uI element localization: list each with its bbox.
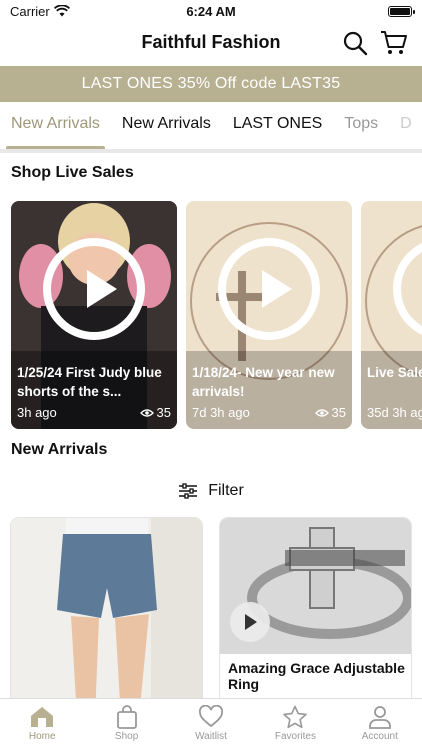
- live-sale-caption: 1/18/24- New year new arrivals!: [192, 365, 335, 399]
- tab-new-arrivals-active[interactable]: New Arrivals: [0, 102, 111, 150]
- live-sale-caption: Live Sale 12/21/23: [367, 365, 422, 380]
- live-sale-time: 35d 3h ago: [367, 405, 422, 420]
- bottom-nav: Home Shop Waitlist Favorites Account: [0, 698, 422, 750]
- live-sale-time: 7d 3h ago: [192, 405, 250, 420]
- nav-favorites-label: Favorites: [274, 731, 316, 742]
- tab-new-arrivals[interactable]: New Arrivals: [111, 102, 222, 150]
- view-count-value: 35: [156, 405, 171, 420]
- nav-home[interactable]: Home: [0, 699, 84, 750]
- live-sale-meta: 3h ago 35: [17, 405, 171, 420]
- tab-last-ones[interactable]: LAST ONES: [222, 102, 334, 150]
- bag-icon: [116, 705, 137, 729]
- view-count: 35: [139, 405, 171, 420]
- live-sale-meta: 35d 3h ago 35: [367, 405, 422, 420]
- live-sale-time: 3h ago: [17, 405, 57, 420]
- live-sale-meta: 7d 3h ago 35: [192, 405, 346, 420]
- nav-waitlist-label: Waitlist: [195, 731, 227, 742]
- product-card[interactable]: [11, 518, 202, 718]
- status-time: 6:24 AM: [186, 3, 236, 19]
- home-icon: [31, 707, 54, 727]
- product-card[interactable]: Amazing Grace Adjustable Ring: [220, 518, 411, 718]
- heart-icon: [199, 705, 224, 728]
- category-tabs: New Arrivals New Arrivals LAST ONES Tops…: [0, 102, 422, 150]
- nav-account[interactable]: Account: [338, 699, 422, 750]
- nav-account-label: Account: [361, 731, 398, 742]
- live-sale-caption: 1/25/24 First Judy blue shorts of the s.…: [17, 365, 162, 399]
- sliders-icon: [179, 483, 198, 499]
- battery-icon: [388, 5, 415, 17]
- header-actions: [342, 30, 408, 56]
- status-bar: Carrier 6:24 AM: [0, 0, 422, 22]
- eye-icon: [314, 408, 329, 417]
- play-icon[interactable]: [43, 238, 145, 340]
- tab-partial[interactable]: D: [389, 102, 422, 150]
- eye-icon: [139, 408, 154, 417]
- new-arrivals-heading: New Arrivals: [11, 441, 108, 458]
- nav-waitlist[interactable]: Waitlist: [169, 699, 253, 750]
- product-name: Amazing Grace Adjustable Ring: [228, 660, 405, 692]
- live-sale-card[interactable]: Live Sale 12/21/23 35d 3h ago 35: [361, 201, 422, 429]
- play-icon[interactable]: [218, 238, 320, 340]
- live-sale-card[interactable]: 1/18/24- New year new arrivals! 7d 3h ag…: [186, 201, 352, 429]
- promo-text: LAST ONES 35% Off code LAST35: [81, 75, 341, 92]
- view-count: 35: [314, 405, 346, 420]
- tab-divider: [0, 149, 422, 153]
- cart-icon[interactable]: [380, 30, 408, 56]
- nav-favorites[interactable]: Favorites: [253, 699, 337, 750]
- promo-banner[interactable]: LAST ONES 35% Off code LAST35: [0, 66, 422, 102]
- product-video-play-icon[interactable]: [230, 602, 270, 642]
- filter-label: Filter: [208, 482, 244, 499]
- live-sale-card[interactable]: 1/25/24 First Judy blue shorts of the s.…: [11, 201, 177, 429]
- nav-shop-label: Shop: [114, 731, 139, 742]
- view-count-value: 35: [331, 405, 346, 420]
- search-icon[interactable]: [342, 30, 368, 56]
- live-sales-carousel: 1/25/24 First Judy blue shorts of the s.…: [11, 201, 422, 429]
- nav-shop[interactable]: Shop: [84, 699, 168, 750]
- live-sales-heading: Shop Live Sales: [11, 164, 134, 181]
- star-icon: [283, 705, 308, 729]
- person-icon: [368, 706, 391, 729]
- product-image: [11, 518, 202, 718]
- tab-tops[interactable]: Tops: [333, 102, 389, 150]
- app-header: Faithful Fashion: [0, 22, 422, 66]
- filter-button[interactable]: Filter: [0, 480, 422, 502]
- nav-home-label: Home: [28, 731, 56, 742]
